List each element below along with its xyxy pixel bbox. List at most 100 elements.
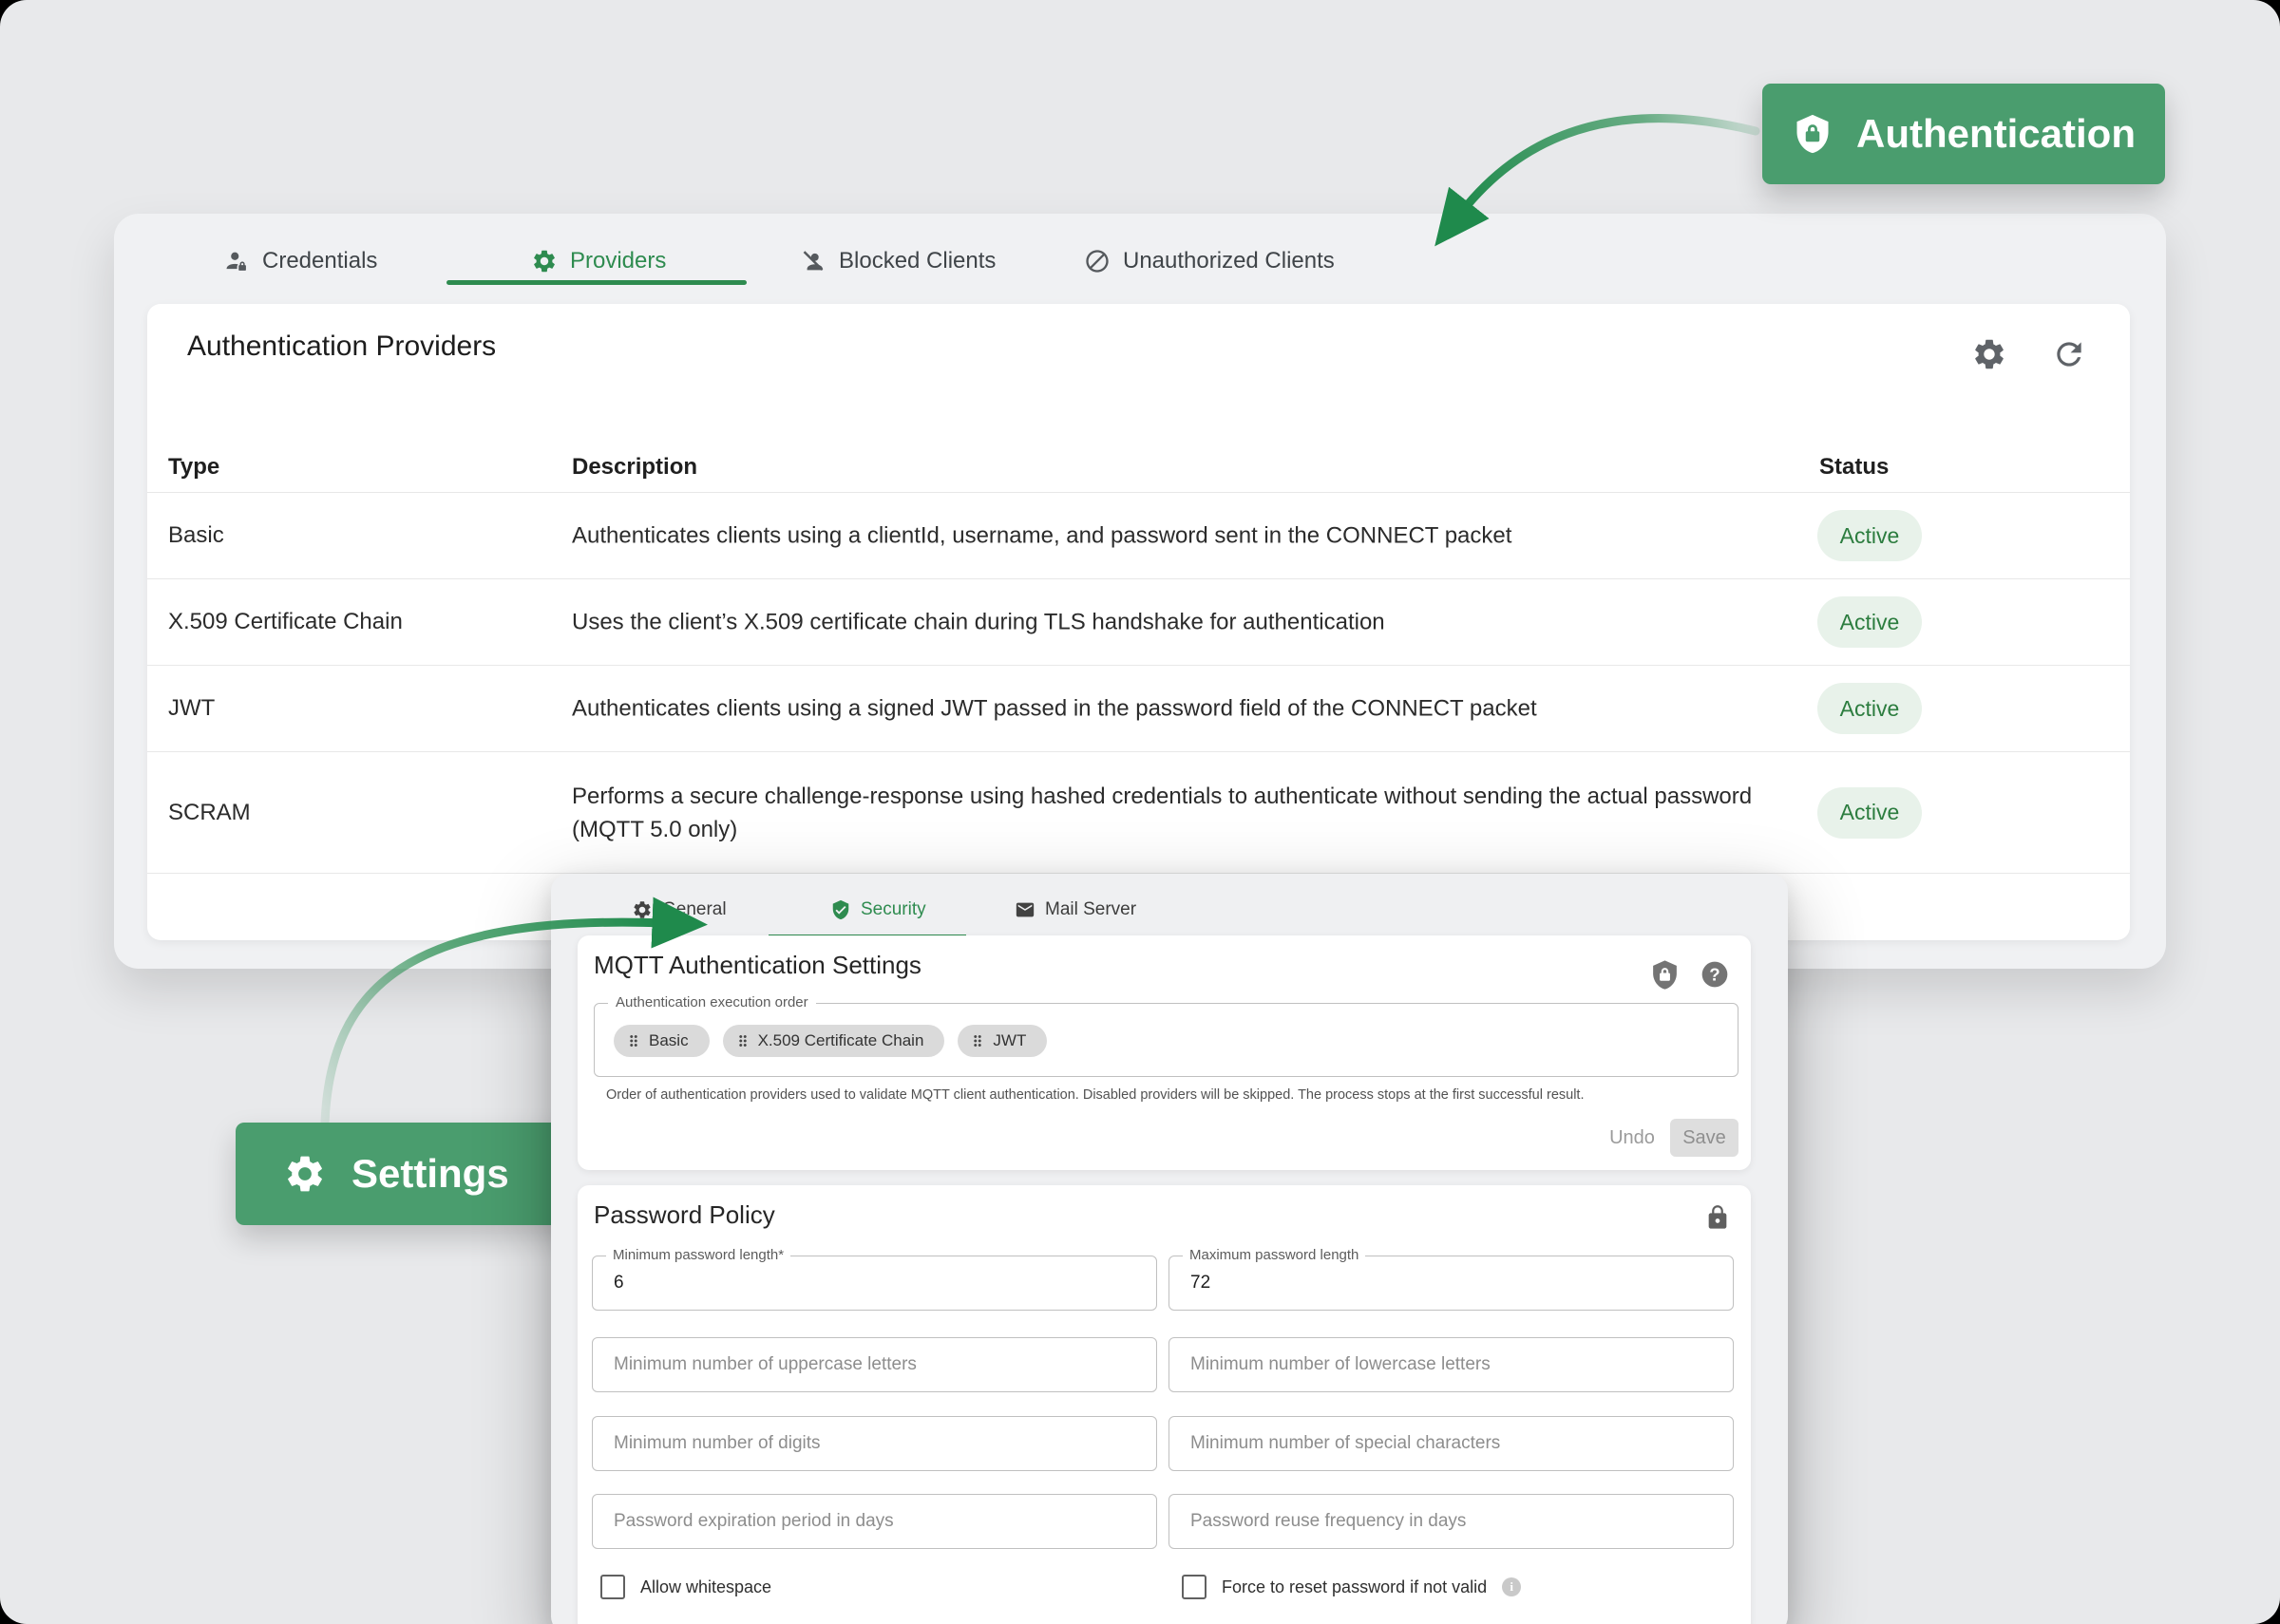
tab-label: Providers [570,248,666,274]
tab-security[interactable]: Security [830,885,926,935]
provider-type: SCRAM [168,800,251,826]
min-uppercase-input[interactable] [593,1338,1156,1391]
drag-handle-icon[interactable] [969,1032,986,1049]
password-expiration-input[interactable] [593,1495,1156,1548]
tab-label: Credentials [262,248,377,274]
shield-lock-icon [1649,959,1681,991]
section-title: Password Policy [594,1200,775,1230]
mqtt-auth-settings-card: MQTT Authentication Settings ? Authentic… [578,935,1751,1170]
drag-handle-icon[interactable] [625,1032,642,1049]
active-tab-indicator [446,280,747,285]
drag-handle-icon[interactable] [734,1032,751,1049]
min-special-chars-field [1168,1416,1734,1471]
tab-label: Security [861,899,926,920]
status-badge: Active [1817,683,1922,734]
table-header-row: Type Description Status [147,442,2130,492]
screenshot-stage: Credentials Providers Blocked Clients [0,0,2280,1624]
min-lowercase-field [1168,1337,1734,1392]
password-reuse-input[interactable] [1169,1495,1733,1548]
tab-label: Unauthorized Clients [1123,248,1335,274]
min-uppercase-field [592,1337,1157,1392]
column-header-description: Description [572,454,697,481]
provider-description: Authenticates clients using a clientId, … [572,519,1771,553]
min-password-length-input[interactable] [593,1256,1156,1310]
status-badge: Active [1817,596,1922,648]
min-special-chars-input[interactable] [1169,1417,1733,1470]
field-label: Maximum password length [1183,1247,1365,1263]
shield-check-icon [830,899,851,920]
min-digits-field [592,1416,1157,1471]
chip-label: JWT [993,1031,1026,1050]
execution-order-chips: Basic X.509 Certificate Chain [614,1025,1047,1057]
help-icon[interactable]: ? [1700,959,1731,991]
execution-order-helper-text: Order of authentication providers used t… [606,1087,1584,1103]
password-reuse-field [1168,1494,1734,1549]
tab-mail-server[interactable]: Mail Server [1015,885,1136,935]
authentication-badge-label: Authentication [1856,111,2136,157]
section-title: MQTT Authentication Settings [594,951,922,980]
page-title: Authentication Providers [187,330,496,363]
min-lowercase-input[interactable] [1169,1338,1733,1391]
providers-card: Authentication Providers Type Descriptio… [147,304,2130,940]
refresh-icon-button[interactable] [2051,336,2087,372]
table-row: JWT Authenticates clients using a signed… [147,665,2130,751]
tab-general[interactable]: General [632,885,727,935]
tab-unauthorized-clients[interactable]: Unauthorized Clients [1084,235,1335,288]
provider-description: Authenticates clients using a signed JWT… [572,692,1771,726]
tab-label: Blocked Clients [839,248,996,274]
mail-icon [1015,899,1036,920]
min-password-length-field: Minimum password length* [592,1256,1157,1311]
order-chip-jwt[interactable]: JWT [958,1025,1047,1057]
password-expiration-field [592,1494,1157,1549]
tab-label: Mail Server [1045,899,1136,920]
tab-credentials[interactable]: Credentials [223,235,377,288]
allow-whitespace-checkbox[interactable] [600,1575,625,1599]
settings-modal: General Security Mail Server MQTT Authen… [551,874,1788,1624]
block-icon [1084,248,1111,274]
chip-label: X.509 Certificate Chain [758,1031,924,1050]
column-header-type: Type [168,454,219,481]
status-badge: Active [1817,787,1922,839]
provider-type: Basic [168,522,224,549]
password-policy-card: Password Policy Minimum password length*… [578,1185,1751,1624]
max-password-length-field: Maximum password length [1168,1256,1734,1311]
svg-text:?: ? [1709,965,1720,985]
settings-badge-label: Settings [352,1151,509,1197]
providers-table: Type Description Status Basic Authentica… [147,442,2130,874]
tab-blocked-clients[interactable]: Blocked Clients [800,235,996,288]
provider-description: Uses the client’s X.509 certificate chai… [572,606,1771,639]
provider-type: X.509 Certificate Chain [168,609,403,635]
gear-icon [283,1152,327,1196]
column-header-status: Status [1819,454,1889,481]
lock-icon [1704,1204,1731,1231]
info-icon[interactable]: i [1502,1577,1521,1596]
authentication-panel: Credentials Providers Blocked Clients [114,214,2166,969]
provider-type: JWT [168,695,215,722]
fieldset-legend: Authentication execution order [608,994,816,1010]
authentication-sticker-badge: Authentication [1762,84,2165,184]
person-slash-icon [800,248,826,274]
provider-description: Performs a secure challenge-response usi… [572,780,1771,846]
order-chip-basic[interactable]: Basic [614,1025,710,1057]
save-button[interactable]: Save [1670,1119,1738,1157]
allow-whitespace-option: Allow whitespace [600,1575,771,1599]
gear-icon [632,899,653,920]
table-row: X.509 Certificate Chain Uses the client’… [147,578,2130,665]
chip-label: Basic [649,1031,689,1050]
order-chip-x509[interactable]: X.509 Certificate Chain [723,1025,945,1057]
gear-icon [531,248,558,274]
force-reset-option: Force to reset password if not valid i [1182,1575,1521,1599]
person-lock-icon [223,248,250,274]
field-label: Minimum password length* [606,1247,790,1263]
gear-icon-button[interactable] [1971,336,2007,372]
checkbox-label: Force to reset password if not valid [1222,1577,1487,1597]
min-digits-input[interactable] [593,1417,1156,1470]
undo-button[interactable]: Undo [1598,1121,1666,1155]
max-password-length-input[interactable] [1169,1256,1733,1310]
table-row: SCRAM Performs a secure challenge-respon… [147,751,2130,874]
checkbox-label: Allow whitespace [640,1577,771,1597]
tab-label: General [662,899,727,920]
force-reset-checkbox[interactable] [1182,1575,1206,1599]
execution-order-fieldset: Authentication execution order Basic [594,1003,1738,1077]
shield-lock-icon [1792,113,1834,155]
